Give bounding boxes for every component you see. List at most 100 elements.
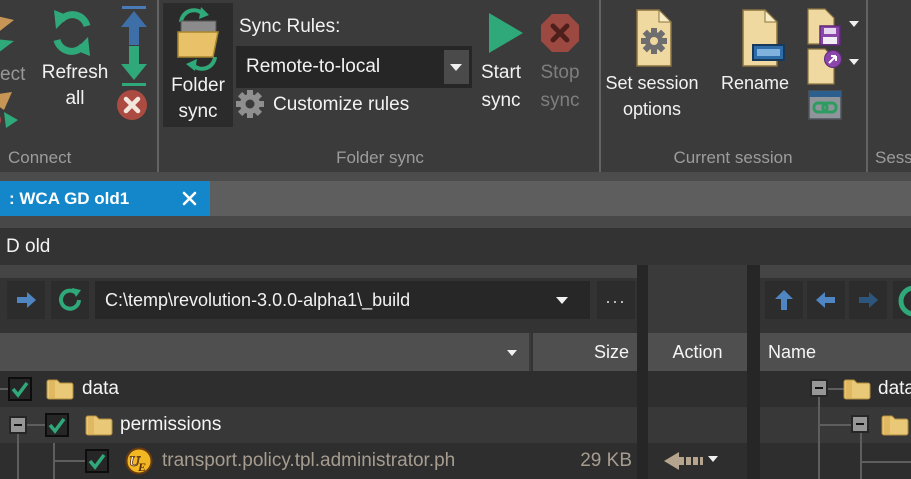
panel-splitter-right[interactable] [747, 265, 760, 479]
folder-sync-label-line1: Folder [163, 73, 233, 99]
tree-line [27, 424, 45, 426]
tree-line [862, 461, 911, 463]
refresh-all-label-line1: Refresh [22, 60, 128, 86]
stop-sync-label-line2: sync [532, 88, 588, 114]
ribbon-group-folder-sync: Folder sync [160, 146, 600, 170]
abort-icon[interactable] [115, 88, 149, 122]
path-dropdown-icon[interactable] [556, 297, 568, 304]
tree-item-right-data[interactable]: data [878, 371, 911, 407]
folder-sync-button[interactable]: Folder sync [163, 3, 233, 127]
set-session-options-button[interactable]: Set session options [598, 4, 706, 124]
panel-splitter-left[interactable] [637, 265, 648, 479]
column-header-name-right[interactable]: Name [760, 333, 911, 371]
session-title: D old [6, 228, 50, 265]
go-forward-button[interactable] [849, 281, 887, 319]
rename-icon [740, 8, 786, 68]
save-session-dropdown-icon[interactable] [849, 21, 859, 27]
header-filter-icon[interactable] [507, 350, 517, 356]
path-input[interactable]: C:\temp\revolution-3.0.0-alpha1\_build [95, 281, 590, 319]
stop-sync-label-line1: Stop [532, 60, 588, 86]
upload-arrow-icon[interactable] [117, 6, 151, 46]
sync-rules-combobox[interactable]: Remote-to-local [236, 46, 472, 88]
ultraedit-file-icon: U E [125, 447, 153, 475]
session-options-icon [634, 8, 674, 68]
arrow-right-disabled-icon [857, 291, 879, 309]
load-session-dropdown-icon[interactable] [849, 59, 859, 65]
save-session-icon[interactable] [806, 8, 842, 46]
folder-sync-label-line2: sync [163, 99, 233, 125]
copy-left-arrow-icon [664, 451, 706, 471]
connect-clipped-icon[interactable] [0, 90, 20, 130]
browse-button[interactable]: ... [597, 281, 635, 319]
checkbox-data[interactable] [8, 377, 32, 401]
stop-sync-button[interactable]: Stop sync [532, 4, 588, 120]
tree-item-data[interactable]: data [82, 371, 119, 407]
rename-button[interactable]: Rename [702, 4, 808, 124]
go-to-path-button[interactable] [7, 281, 45, 319]
refresh-path-button[interactable] [51, 281, 89, 319]
tree-line [55, 460, 85, 462]
sync-rules-dropdown-button[interactable] [444, 50, 469, 84]
tab-strip-lower-band [0, 216, 911, 228]
action-row-stripe [648, 371, 747, 407]
start-sync-label-line1: Start [468, 60, 534, 86]
group-separator [157, 0, 159, 172]
start-sync-button[interactable]: Start sync [468, 4, 534, 120]
ribbon-bottom-strip [0, 172, 911, 181]
refresh-all-icon [48, 8, 96, 58]
tab-session-active[interactable]: : WCA GD old1 [0, 181, 210, 216]
tree-line [860, 433, 862, 479]
load-session-icon[interactable] [806, 48, 842, 86]
refresh-all-button[interactable]: Refresh all [20, 4, 130, 116]
tree-item-file[interactable]: transport.policy.tpl.administrator.ph [162, 443, 531, 479]
customize-rules-label[interactable]: Customize rules [273, 92, 409, 118]
folder-icon [842, 377, 872, 401]
column-header-name-left[interactable] [0, 333, 531, 371]
svg-text:E: E [137, 460, 146, 474]
column-header-size[interactable]: Size [533, 333, 637, 371]
size-header-label: Size [594, 342, 637, 362]
checkbox-file[interactable] [85, 449, 109, 473]
expander-right-data[interactable] [810, 379, 828, 397]
action-cell-button[interactable] [660, 447, 736, 475]
ribbon-group-connect: Connect [8, 146, 71, 170]
tab-title: : WCA GD old1 [9, 181, 129, 216]
link-session-icon[interactable] [808, 90, 842, 120]
sync-rules-value: Remote-to-local [246, 54, 380, 80]
expander-right-permissions[interactable] [851, 415, 869, 433]
move-up-button[interactable] [765, 281, 803, 319]
file-size-cell: 29 KB [533, 443, 632, 479]
check-icon [47, 415, 67, 435]
download-arrow-icon[interactable] [117, 46, 151, 86]
tree-item-permissions[interactable]: permissions [120, 407, 221, 443]
checkbox-permissions[interactable] [45, 413, 69, 437]
check-icon [10, 379, 30, 399]
name-header-label: Name [760, 342, 816, 362]
column-header-action[interactable]: Action [648, 333, 747, 371]
tab-close-icon[interactable] [182, 191, 198, 207]
chevron-down-icon [450, 64, 462, 71]
action-dropdown-icon[interactable] [708, 456, 718, 462]
sync-rules-label: Sync Rules: [239, 14, 340, 40]
tree-line [0, 388, 8, 390]
go-back-button[interactable] [807, 281, 845, 319]
panel-top-band [0, 265, 911, 278]
refresh-icon [58, 288, 82, 312]
minus-icon [815, 387, 823, 389]
tree-line [17, 434, 19, 479]
customize-rules-gear-icon[interactable] [235, 89, 265, 119]
folder-icon [84, 413, 114, 437]
folder-icon [880, 413, 910, 437]
folder-sync-icon [173, 7, 223, 71]
refresh-clipped-icon [896, 283, 911, 319]
expander-permissions[interactable] [9, 416, 27, 434]
path-value: C:\temp\revolution-3.0.0-alpha1\_build [105, 281, 410, 319]
action-header-label: Action [672, 342, 722, 362]
minus-icon [856, 423, 864, 425]
check-icon [87, 451, 107, 471]
minus-icon [14, 424, 22, 426]
disconnect-icon[interactable] [0, 14, 20, 58]
ribbon-group-session: Sess [875, 146, 911, 170]
refresh-right-button[interactable] [893, 281, 911, 319]
arrow-right-icon [15, 291, 37, 309]
